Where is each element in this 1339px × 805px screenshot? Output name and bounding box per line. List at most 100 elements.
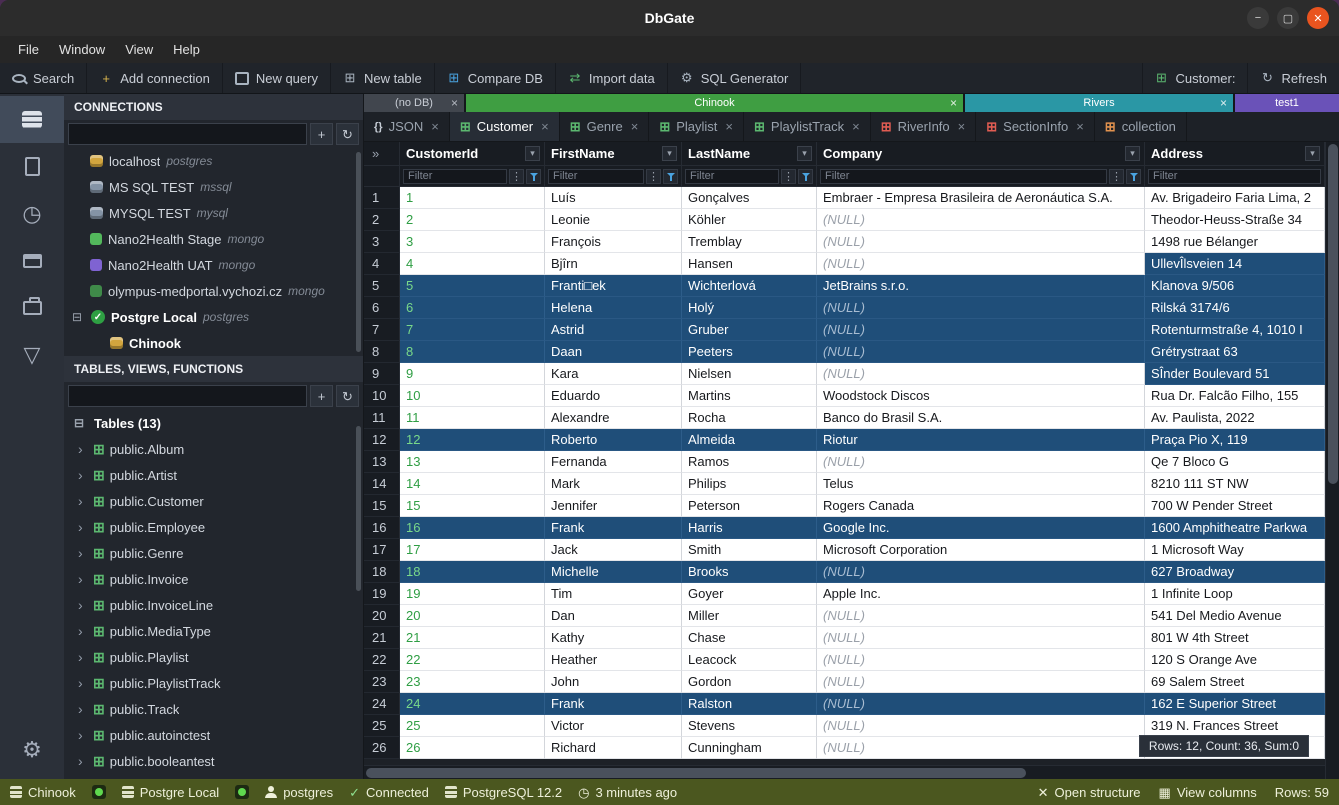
cell-lastname[interactable]: Martins: [682, 385, 817, 407]
connection-item-ms-sql-test[interactable]: MS SQL TESTmssql: [64, 174, 363, 200]
cell-firstname[interactable]: Victor: [545, 715, 682, 737]
cell-customerid[interactable]: 17: [400, 539, 545, 561]
cell-firstname[interactable]: Helena: [545, 297, 682, 319]
table-item-public-genre[interactable]: ›⊞public.Genre: [64, 540, 363, 566]
filter-input-lastname[interactable]: [685, 169, 779, 184]
chevron-right-icon[interactable]: ›: [78, 493, 88, 509]
cell-lastname[interactable]: Leacock: [682, 649, 817, 671]
collapse-icon[interactable]: ⊟: [74, 416, 87, 430]
row-number[interactable]: 11: [364, 407, 400, 429]
cell-firstname[interactable]: Leonie: [545, 209, 682, 231]
cell-address[interactable]: Rotenturmstraße 4, 1010 I: [1145, 319, 1325, 341]
table-item-public-autoinctest[interactable]: ›⊞public.autoinctest: [64, 722, 363, 748]
cell-company[interactable]: (NULL): [817, 671, 1145, 693]
cell-customerid[interactable]: 25: [400, 715, 545, 737]
cell-address[interactable]: Klanova 9/506: [1145, 275, 1325, 297]
cell-customerid[interactable]: 16: [400, 517, 545, 539]
tab-collection[interactable]: ⊞collection: [1095, 112, 1187, 141]
filter-funnel-icon[interactable]: [663, 169, 678, 184]
cell-company[interactable]: JetBrains s.r.o.: [817, 275, 1145, 297]
cell-lastname[interactable]: Stevens: [682, 715, 817, 737]
cell-lastname[interactable]: Harris: [682, 517, 817, 539]
cell-address[interactable]: Av. Paulista, 2022: [1145, 407, 1325, 429]
cell-address[interactable]: Qe 7 Bloco G: [1145, 451, 1325, 473]
cell-company[interactable]: (NULL): [817, 627, 1145, 649]
filter-funnel-icon[interactable]: [526, 169, 541, 184]
status-open-structure[interactable]: ✕Open structure: [1038, 785, 1141, 800]
tab-genre[interactable]: ⊞Genre×: [560, 112, 650, 141]
sidebar-item-connections[interactable]: [0, 96, 64, 143]
table-item-public-customer[interactable]: ›⊞public.Customer: [64, 488, 363, 514]
cell-firstname[interactable]: Luís: [545, 187, 682, 209]
cell-address[interactable]: 1600 Amphitheatre Parkwa: [1145, 517, 1325, 539]
close-icon[interactable]: ×: [1076, 119, 1084, 134]
tab-json[interactable]: {}JSON×: [364, 112, 450, 141]
cell-firstname[interactable]: Mark: [545, 473, 682, 495]
cell-lastname[interactable]: Smith: [682, 539, 817, 561]
cell-customerid[interactable]: 11: [400, 407, 545, 429]
vertical-scroll-thumb[interactable]: [1328, 144, 1338, 484]
cell-customerid[interactable]: 12: [400, 429, 545, 451]
vertical-scrollbar[interactable]: [1325, 142, 1339, 779]
add-connection-button[interactable]: +Add connection: [87, 63, 223, 93]
row-number[interactable]: 14: [364, 473, 400, 495]
cell-customerid[interactable]: 2: [400, 209, 545, 231]
row-number[interactable]: 6: [364, 297, 400, 319]
row-number[interactable]: 13: [364, 451, 400, 473]
column-header-company[interactable]: Company▾: [817, 142, 1145, 166]
cell-company[interactable]: (NULL): [817, 715, 1145, 737]
cell-firstname[interactable]: François: [545, 231, 682, 253]
cell-customerid[interactable]: 13: [400, 451, 545, 473]
column-menu-icon[interactable]: ▾: [525, 146, 540, 161]
tab-playlist[interactable]: ⊞Playlist×: [649, 112, 744, 141]
sidebar-item-query-designer[interactable]: ▽: [0, 331, 64, 378]
cell-address[interactable]: Praça Pio X, 119: [1145, 429, 1325, 451]
row-number[interactable]: 3: [364, 231, 400, 253]
row-number[interactable]: 21: [364, 627, 400, 649]
cell-customerid[interactable]: 7: [400, 319, 545, 341]
cell-lastname[interactable]: Hansen: [682, 253, 817, 275]
connections-search-input[interactable]: [68, 123, 307, 145]
cell-company[interactable]: Apple Inc.: [817, 583, 1145, 605]
cell-company[interactable]: Telus: [817, 473, 1145, 495]
cell-customerid[interactable]: 26: [400, 737, 545, 759]
cell-firstname[interactable]: Dan: [545, 605, 682, 627]
sidebar-item-settings[interactable]: ⚙: [0, 726, 64, 773]
cell-address[interactable]: 69 Salem Street: [1145, 671, 1325, 693]
import-data-button[interactable]: ⇄Import data: [556, 63, 668, 93]
cell-lastname[interactable]: Rocha: [682, 407, 817, 429]
cell-lastname[interactable]: Köhler: [682, 209, 817, 231]
cell-lastname[interactable]: Nielsen: [682, 363, 817, 385]
row-number[interactable]: 18: [364, 561, 400, 583]
row-number[interactable]: 9: [364, 363, 400, 385]
cell-firstname[interactable]: Heather: [545, 649, 682, 671]
cell-firstname[interactable]: Kathy: [545, 627, 682, 649]
table-item-public-mediatype[interactable]: ›⊞public.MediaType: [64, 618, 363, 644]
cell-firstname[interactable]: Tim: [545, 583, 682, 605]
row-number[interactable]: 10: [364, 385, 400, 407]
row-number[interactable]: 24: [364, 693, 400, 715]
cell-customerid[interactable]: 8: [400, 341, 545, 363]
add-connection-small-button[interactable]: +: [310, 123, 333, 145]
cell-address[interactable]: 1 Infinite Loop: [1145, 583, 1325, 605]
cell-lastname[interactable]: Chase: [682, 627, 817, 649]
row-number[interactable]: 1: [364, 187, 400, 209]
cell-customerid[interactable]: 4: [400, 253, 545, 275]
tables-search-input[interactable]: [68, 385, 307, 407]
cell-address[interactable]: 319 N. Frances Street: [1145, 715, 1325, 737]
cell-lastname[interactable]: Peterson: [682, 495, 817, 517]
cell-firstname[interactable]: Alexandre: [545, 407, 682, 429]
column-header-customerid[interactable]: CustomerId▾: [400, 142, 545, 166]
cell-customerid[interactable]: 6: [400, 297, 545, 319]
column-menu-icon[interactable]: ▾: [1305, 146, 1320, 161]
table-item-public-album[interactable]: ›⊞public.Album: [64, 436, 363, 462]
table-item-public-artist[interactable]: ›⊞public.Artist: [64, 462, 363, 488]
cell-lastname[interactable]: Gonçalves: [682, 187, 817, 209]
search-button[interactable]: Search: [0, 63, 87, 93]
refresh-tables-button[interactable]: ↻: [336, 385, 359, 407]
row-number[interactable]: 15: [364, 495, 400, 517]
chevron-right-icon[interactable]: ›: [78, 571, 88, 587]
cell-customerid[interactable]: 23: [400, 671, 545, 693]
tables-group-row[interactable]: ⊟ Tables (13): [64, 410, 363, 436]
chevron-right-icon[interactable]: ›: [78, 441, 88, 457]
